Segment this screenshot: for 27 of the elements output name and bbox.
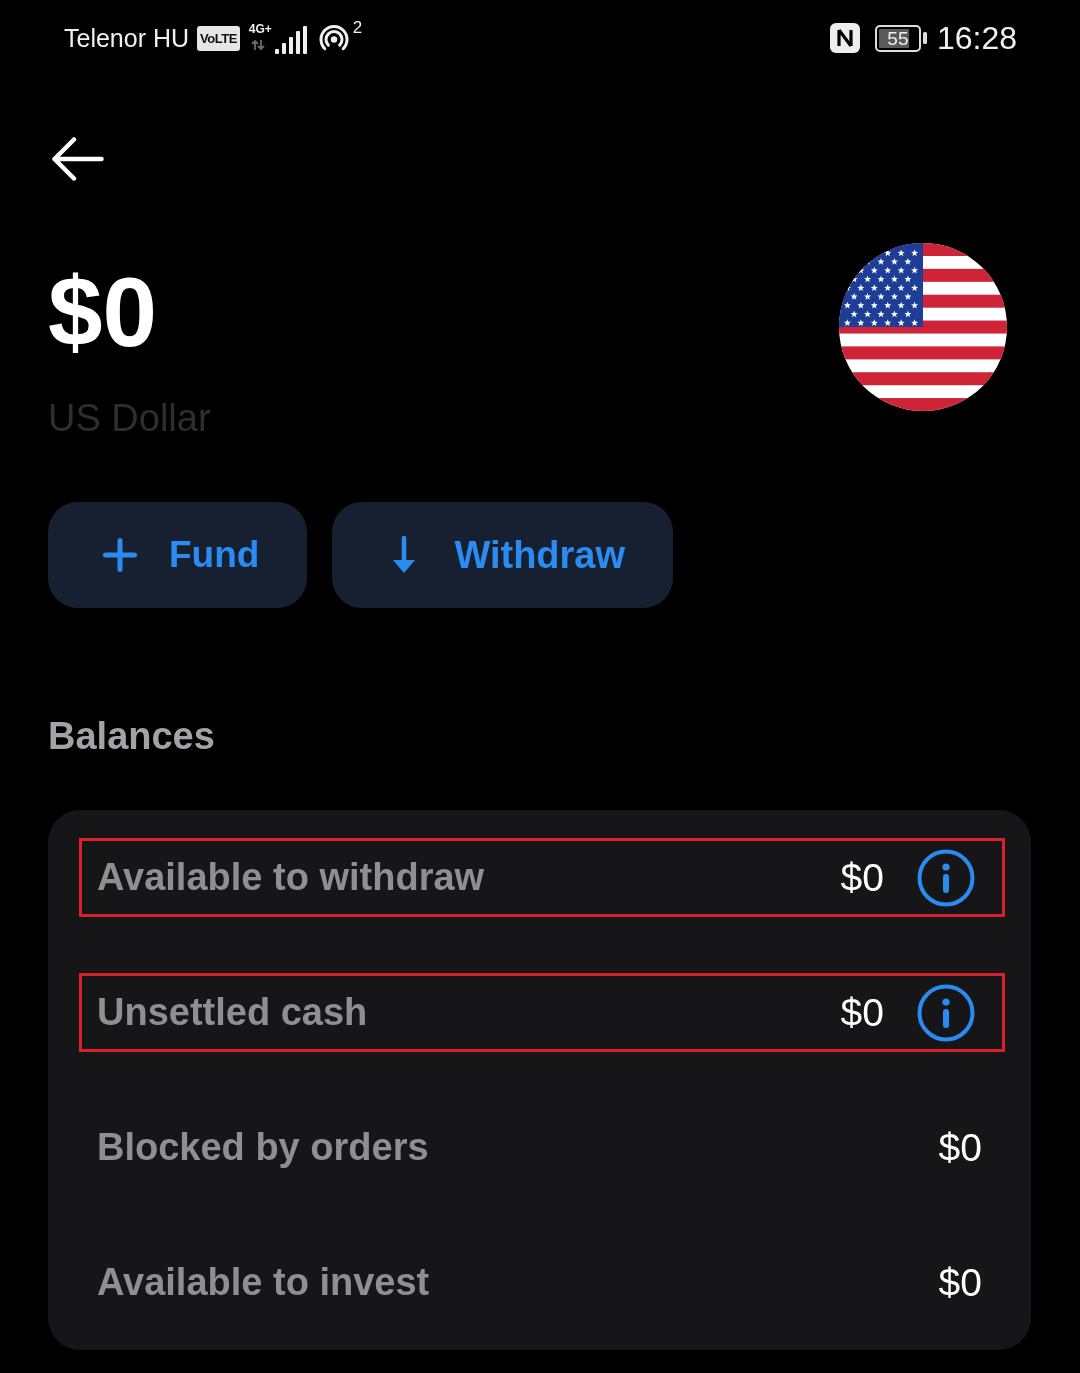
balance-value: $0 <box>938 1260 982 1305</box>
data-arrows-icon <box>250 39 265 50</box>
hotspot-count: 2 <box>352 19 363 36</box>
fund-button[interactable]: Fund <box>48 502 308 608</box>
signal-bars-icon <box>272 26 307 54</box>
balance-label: Available to invest <box>97 1261 431 1304</box>
info-icon[interactable] <box>917 983 975 1042</box>
clock-time: 16:28 <box>936 19 1017 57</box>
network-type: 4G+ <box>248 22 272 35</box>
balance-value: $0 <box>938 1125 982 1170</box>
carrier-name: Telenor HU <box>64 23 190 53</box>
plus-icon <box>103 538 137 572</box>
nfc-icon <box>829 23 860 53</box>
back-button[interactable] <box>50 137 104 181</box>
balance-value: $0 <box>840 990 884 1035</box>
balance-label: Available to withdraw <box>97 856 486 899</box>
balance-amount: $0 <box>48 259 158 365</box>
back-arrow-icon <box>50 137 104 181</box>
balance-label: Blocked by orders <box>97 1126 430 1169</box>
balances-heading: Balances <box>48 714 216 759</box>
battery-indicator: 55 <box>874 24 927 52</box>
volte-badge: VoLTE <box>197 25 240 51</box>
balance-value: $0 <box>840 855 884 900</box>
down-arrow-icon <box>392 536 417 574</box>
balance-label: Unsettled cash <box>97 991 369 1034</box>
withdraw-button[interactable]: Withdraw <box>332 502 674 608</box>
info-icon[interactable] <box>917 848 975 907</box>
